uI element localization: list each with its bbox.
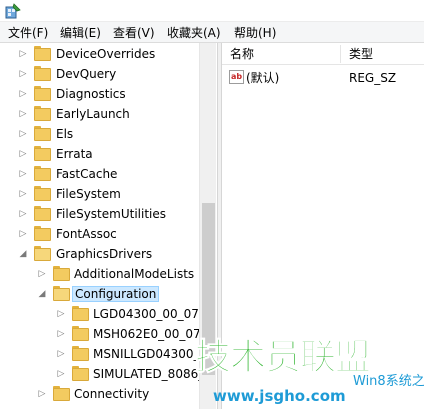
tree-item-label: FontAssoc (56, 227, 117, 241)
tree-item-els[interactable]: ▷ Els (0, 124, 200, 144)
menu-edit[interactable]: 编辑(E) (60, 25, 101, 41)
folder-icon (72, 306, 89, 321)
folder-icon (72, 366, 89, 381)
collapse-icon[interactable]: ◢ (37, 289, 47, 299)
folder-icon (34, 66, 51, 81)
tree-item-simulated8086[interactable]: ▷ SIMULATED_8086_ (0, 364, 204, 384)
string-value-icon: ab (229, 70, 244, 84)
expand-icon[interactable]: ▷ (18, 109, 28, 119)
menu-help[interactable]: 帮助(H) (234, 25, 276, 41)
tree-item-label: FileSystem (56, 187, 121, 201)
tree-item-deviceoverrides[interactable]: ▷ DeviceOverrides (0, 44, 200, 64)
expand-icon[interactable]: ▷ (18, 169, 28, 179)
column-divider[interactable] (340, 45, 341, 63)
expand-icon[interactable]: ▷ (18, 149, 28, 159)
tree-item-earlylaunch[interactable]: ▷ EarlyLaunch (0, 104, 200, 124)
tree-item-label: MSH062E0_00_07D (93, 327, 210, 341)
tree-item-label: Els (56, 127, 74, 141)
expand-icon[interactable]: ▷ (37, 269, 47, 279)
menu-favorites[interactable]: 收藏夹(A) (167, 25, 221, 41)
folder-open-icon (34, 246, 51, 261)
tree-item-errata[interactable]: ▷ Errata (0, 144, 200, 164)
expand-icon[interactable]: ▷ (18, 229, 28, 239)
tree-item-graphicsdrivers[interactable]: ◢ GraphicsDrivers (0, 244, 200, 264)
regedit-icon (5, 3, 21, 19)
expand-icon[interactable]: ▷ (56, 349, 66, 359)
folder-icon (53, 386, 70, 401)
value-name: (默认) (246, 71, 280, 85)
tree-item-label: GraphicsDrivers (56, 247, 153, 261)
watermark-url: www.jsgho.com (213, 387, 346, 405)
folder-icon (34, 206, 51, 221)
watermark-subtitle: Win8系统之家 (353, 374, 424, 389)
list-header: 名称 类型 (222, 43, 424, 65)
tree-item-label: LGD04300_00_07D (93, 307, 209, 321)
list-row[interactable]: ab (默认) REG_SZ (222, 67, 424, 87)
tree-item-devquery[interactable]: ▷ DevQuery (0, 64, 200, 84)
expand-icon[interactable]: ▷ (18, 209, 28, 219)
folder-icon (34, 186, 51, 201)
tree-item-additionalmodelists[interactable]: ▷ AdditionalModeLists (0, 264, 200, 284)
expand-icon[interactable]: ▷ (18, 189, 28, 199)
watermark-title: 技术员联盟 (194, 337, 371, 378)
folder-icon (34, 106, 51, 121)
expand-icon[interactable]: ▷ (18, 49, 28, 59)
folder-icon (34, 146, 51, 161)
menu-bar: 文件(F) 编辑(E) 查看(V) 收藏夹(A) 帮助(H) (0, 22, 424, 43)
tree-item-label: DevQuery (56, 67, 117, 81)
tree-item-fastcache[interactable]: ▷ FastCache (0, 164, 200, 184)
menu-file[interactable]: 文件(F) (8, 25, 48, 41)
tree-item-filesystem[interactable]: ▷ FileSystem (0, 184, 200, 204)
column-header-type[interactable]: 类型 (349, 46, 373, 62)
tree-item-msnillgd04300[interactable]: ▷ MSNILLGD04300_( (0, 344, 204, 364)
folder-icon (72, 326, 89, 341)
tree-item-msh062e0[interactable]: ▷ MSH062E0_00_07D (0, 324, 210, 344)
registry-tree[interactable]: ▷ DeviceOverrides ▷ DevQuery ▷ Diagnosti… (0, 43, 218, 409)
title-bar (0, 0, 424, 22)
folder-icon (34, 126, 51, 141)
tree-item-label: EarlyLaunch (56, 107, 130, 121)
tree-item-configuration[interactable]: ◢ Configuration (0, 284, 200, 304)
tree-item-label: FastCache (56, 167, 118, 181)
value-type: REG_SZ (349, 71, 397, 85)
expand-icon[interactable]: ▷ (56, 329, 66, 339)
expand-icon[interactable]: ▷ (56, 369, 66, 379)
folder-open-icon (53, 286, 70, 301)
folder-icon (34, 226, 51, 241)
tree-item-label: FileSystemUtilities (56, 207, 166, 221)
tree-item-label: DeviceOverrides (56, 47, 156, 61)
tree-item-lgd04300[interactable]: ▷ LGD04300_00_07D (0, 304, 208, 324)
folder-icon (53, 266, 70, 281)
menu-view[interactable]: 查看(V) (113, 25, 155, 41)
expand-icon[interactable]: ▷ (18, 69, 28, 79)
tree-item-label: SIMULATED_8086_ (93, 367, 205, 381)
tree-item-label: Connectivity (74, 387, 150, 401)
column-header-name[interactable]: 名称 (230, 46, 254, 62)
folder-icon (72, 346, 89, 361)
tree-item-label: MSNILLGD04300_( (93, 347, 205, 361)
folder-icon (34, 46, 51, 61)
watermark: 技术员联盟 Win8系统之家 www.jsgho.com (194, 337, 424, 409)
expand-icon[interactable]: ▷ (18, 89, 28, 99)
tree-item-filesystemutilities[interactable]: ▷ FileSystemUtilities (0, 204, 200, 224)
tree-item-diagnostics[interactable]: ▷ Diagnostics (0, 84, 200, 104)
expand-icon[interactable]: ▷ (37, 389, 47, 399)
tree-item-label: Diagnostics (56, 87, 126, 101)
tree-item-connectivity[interactable]: ▷ Connectivity (0, 384, 200, 404)
folder-icon (34, 86, 51, 101)
expand-icon[interactable]: ▷ (56, 309, 66, 319)
expand-icon[interactable]: ▷ (18, 129, 28, 139)
tree-item-fontassoc[interactable]: ▷ FontAssoc (0, 224, 200, 244)
tree-item-label: Errata (56, 147, 93, 161)
tree-item-label: Configuration (72, 286, 160, 302)
folder-icon (34, 166, 51, 181)
tree-item-label: AdditionalModeLists (74, 267, 195, 281)
collapse-icon[interactable]: ◢ (18, 249, 28, 259)
